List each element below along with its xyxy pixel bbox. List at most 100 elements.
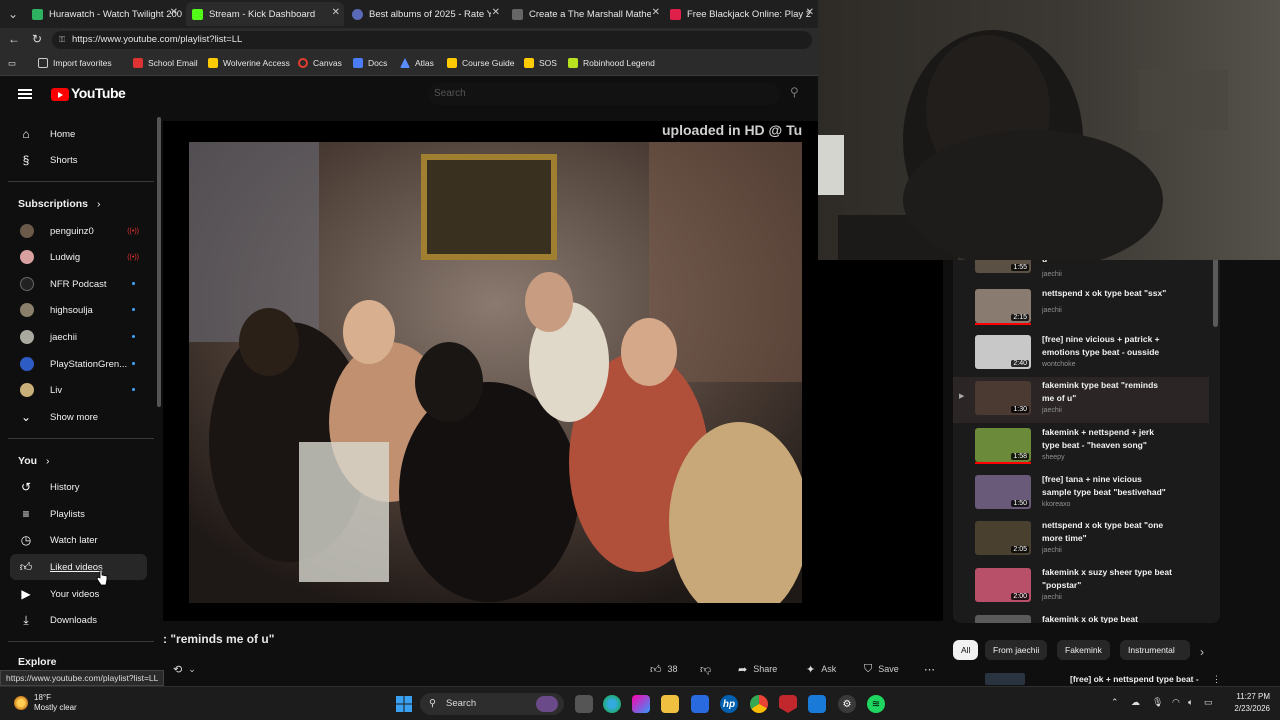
save-button[interactable]: ⛉ Save [864, 659, 899, 679]
wifi-icon[interactable]: ◠ [1172, 697, 1180, 708]
sidebar-scrollbar[interactable] [157, 117, 161, 407]
settings-icon[interactable]: ⚙ [838, 695, 856, 713]
ask-button[interactable]: ✦ Ask [806, 659, 836, 679]
search-input[interactable]: Search [428, 83, 780, 105]
clock-time: 11:27 PM [1236, 692, 1270, 701]
onedrive-icon[interactable]: ☁ [1131, 697, 1140, 708]
address-bar[interactable]: ⚿ https://www.youtube.com/playlist?list=… [52, 31, 812, 49]
sidebar-item-playlists[interactable]: ≡ Playlists [10, 501, 147, 527]
thumbs-up-icon: 👍︎ [650, 663, 662, 676]
browser-tab[interactable]: Free Blackjack Online: Play 21 Gam ✕ [664, 2, 818, 26]
chip-from-jaechii[interactable]: From jaechii [985, 640, 1048, 660]
more-actions-button[interactable]: ⋯ [924, 659, 941, 679]
chevron-right-icon[interactable]: › [1200, 642, 1204, 662]
next-video-title[interactable]: [free] ok + nettspend type beat - [1070, 674, 1199, 684]
playlist-item[interactable]: 1:50 [free] tana + nine vicious sample t… [953, 471, 1209, 517]
sidebar-item-subscription[interactable]: highsoulja [10, 297, 147, 323]
taskbar-search-box[interactable]: ⚲ Search [420, 693, 564, 715]
file-explorer-icon[interactable] [661, 695, 679, 713]
video-frame[interactable] [189, 142, 802, 603]
playlist-scrollbar[interactable] [1213, 257, 1218, 327]
avatar [20, 250, 34, 264]
browser-tab[interactable]: Best albums of 2025 - Rate Your M ✕ [346, 2, 504, 26]
mcafee-icon[interactable] [779, 695, 797, 713]
like-button[interactable]: 👍︎ 38 [650, 659, 678, 679]
dislike-button[interactable]: 👎︎ [700, 659, 717, 679]
bookmark-import-favorites[interactable]: Import favorites [38, 58, 112, 68]
hp-icon[interactable]: hp [720, 695, 738, 713]
site-info-icon[interactable]: ⚿ [59, 31, 65, 49]
mail-icon[interactable] [808, 695, 826, 713]
back-arrow-icon[interactable]: ← [8, 32, 20, 46]
sidebar-item-history[interactable]: ↺ History [10, 474, 147, 500]
sidebar-item-subscription[interactable]: PlayStationGren... [10, 351, 147, 377]
bookmark-sos[interactable]: SOS [524, 58, 557, 68]
weather-widget[interactable]: 18°F Mostly clear [14, 693, 77, 713]
reload-icon[interactable]: ↻ [32, 32, 42, 46]
microphone-icon[interactable]: 🎙︎ [1152, 697, 1163, 708]
sidebar-item-home[interactable]: ⌂ Home [10, 121, 147, 147]
playlist-item[interactable]: fakemink x ok type beat [953, 611, 1209, 623]
bookmark-docs[interactable]: Docs [353, 58, 387, 68]
sidebar-item-downloads[interactable]: ⤓ Downloads [10, 607, 147, 633]
chip-fakemink[interactable]: Fakemink [1057, 640, 1110, 660]
playlist-item[interactable]: 1:58 fakemink + nettspend + jerk type be… [953, 424, 1209, 470]
chip-instrumental[interactable]: Instrumental [1120, 640, 1190, 660]
playlist-item[interactable]: 2:05 nettspend x ok type beat "one more … [953, 517, 1209, 563]
sidebar-item-shorts[interactable]: § Shorts [10, 147, 147, 173]
bookmark-wolverine-access[interactable]: Wolverine Access [208, 58, 290, 68]
sidebar-item-subscription[interactable]: jaechii [10, 324, 147, 350]
subscriptions-header[interactable]: Subscriptions › [18, 198, 100, 210]
sidebar-item-subscription[interactable]: NFR Podcast [10, 271, 147, 297]
tab-close-icon[interactable]: ✕ [170, 7, 178, 18]
tray-chevron-up-icon[interactable]: ⌃ [1111, 697, 1119, 708]
playlist-item-current[interactable]: ▶ 1:30 fakemink type beat "reminds me of… [953, 377, 1209, 423]
spotify-icon[interactable]: ≋ [867, 695, 885, 713]
tab-close-icon[interactable]: ✕ [332, 7, 340, 18]
playlist-item[interactable]: 2:40 [free] nine vicious + patrick + emo… [953, 331, 1209, 377]
task-view-icon[interactable] [575, 695, 593, 713]
show-more-button[interactable]: ⌄ Show more [10, 404, 147, 430]
battery-icon[interactable]: ▭ [1204, 697, 1213, 708]
sidebar-item-watch-later[interactable]: ◷ Watch later [10, 527, 147, 553]
more-vertical-icon[interactable]: ⋮ [1212, 674, 1221, 685]
bookmark-robinhood-legend[interactable]: Robinhood Legend [568, 58, 655, 68]
collections-icon[interactable]: ▭ [8, 58, 16, 69]
browser-tab[interactable]: Create a The Marshall Mathers LP ✕ [506, 2, 664, 26]
copilot-icon[interactable] [632, 695, 650, 713]
volume-icon[interactable]: 🔈︎ [1188, 697, 1193, 708]
bookmark-label: School Email [148, 58, 198, 68]
tab-close-icon[interactable]: ✕ [652, 7, 660, 18]
sidebar-item-subscription[interactable]: Liv [10, 377, 147, 403]
youtube-logo-text[interactable]: YouTube [71, 85, 126, 101]
sidebar-item-label: PlayStationGren... [50, 358, 128, 370]
sidebar-item-your-videos[interactable]: ▶ Your videos [10, 581, 147, 607]
chip-all[interactable]: All [953, 640, 979, 660]
search-icon[interactable]: ⚲ [790, 85, 799, 99]
taskbar-clock[interactable]: 11:27 PM 2/23/2026 [1222, 691, 1270, 715]
bookmark-canvas[interactable]: Canvas [298, 58, 342, 68]
youtube-logo-icon[interactable] [51, 88, 69, 101]
chrome-icon[interactable] [750, 695, 768, 713]
sidebar-item-subscription[interactable]: penguinz0 ((•)) [10, 218, 147, 244]
playlist-item[interactable]: 2:00 fakemink x suzy sheer type beat "po… [953, 564, 1209, 610]
bookmark-course-guide[interactable]: Course Guide [447, 58, 514, 68]
you-header[interactable]: You › [18, 455, 49, 467]
menu-icon[interactable] [18, 89, 32, 99]
playlist-item[interactable]: 1:55 u" jaechii [953, 257, 1209, 285]
playlist-item[interactable]: 2:15 nettspend x ok type beat "ssx" jaec… [953, 285, 1209, 331]
tab-actions-chevron-icon[interactable]: ⌄ [4, 5, 22, 23]
bookmark-atlas[interactable]: Atlas [400, 58, 434, 68]
edge-icon[interactable] [603, 695, 621, 713]
browser-tab-active[interactable]: Stream - Kick Dashboard ✕ [186, 2, 344, 26]
browser-tab[interactable]: Hurawatch - Watch Twilight 2008 ( ✕ [26, 2, 182, 26]
sidebar-item-liked-videos[interactable]: 👍︎ Liked videos [10, 554, 147, 580]
sidebar-item-subscription[interactable]: Ludwig ((•)) [10, 244, 147, 270]
share-button[interactable]: ➦ Share [738, 659, 777, 679]
tab-close-icon[interactable]: ✕ [806, 7, 814, 18]
bookmark-school-email[interactable]: School Email [133, 58, 198, 68]
loop-icon[interactable]: ⟲ ⌄ [173, 659, 196, 679]
tab-close-icon[interactable]: ✕ [492, 7, 500, 18]
store-icon[interactable] [691, 695, 709, 713]
windows-start-icon[interactable] [395, 695, 413, 713]
